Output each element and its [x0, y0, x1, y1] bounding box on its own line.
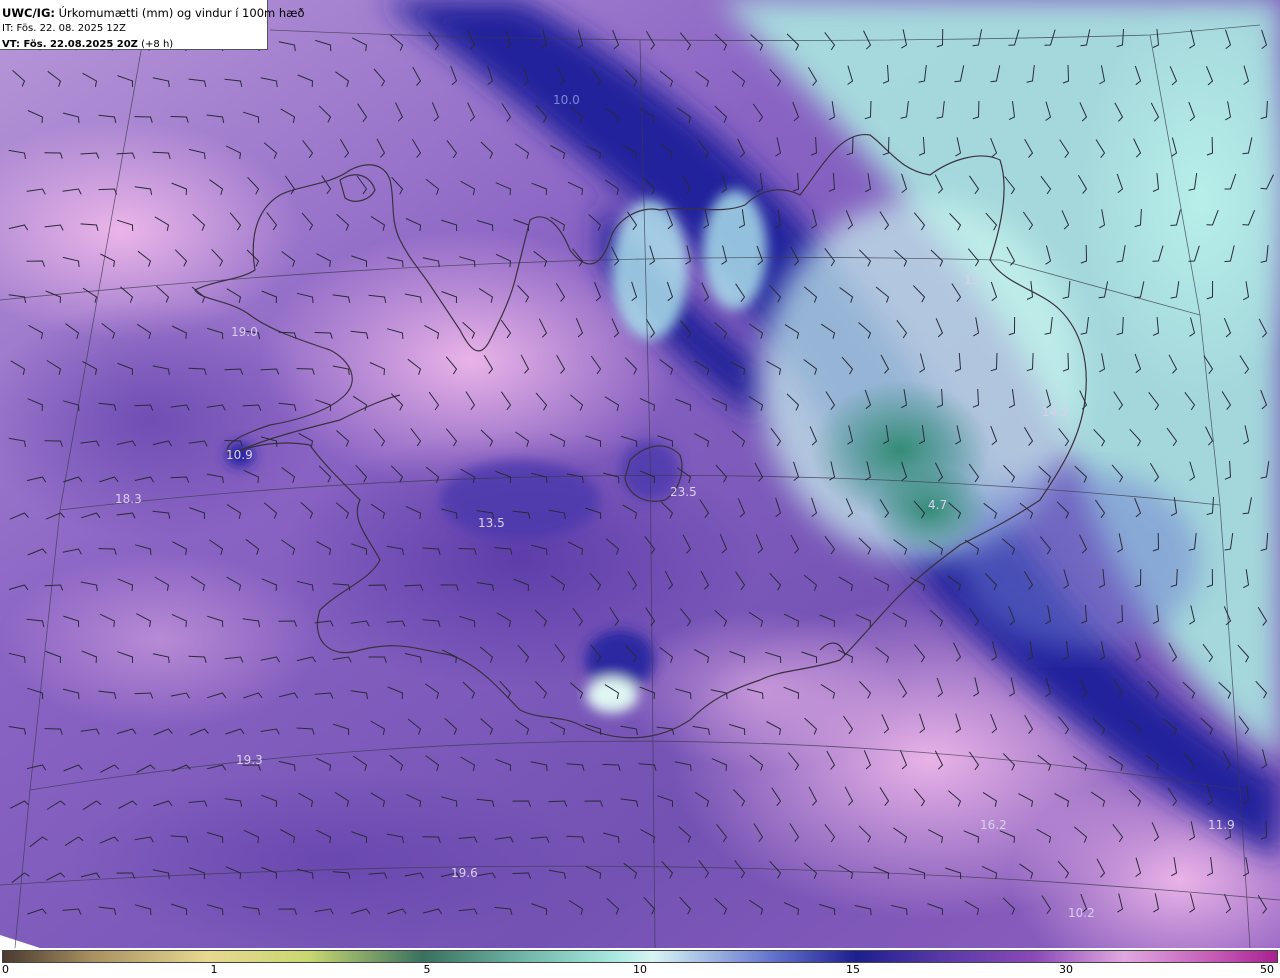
value-label: 19.0 [231, 325, 258, 339]
product-code: UWC/IG: [2, 6, 55, 20]
valid-label: VT: [2, 39, 21, 50]
value-label: 18.3 [115, 492, 142, 506]
value-label: 15. [964, 273, 983, 287]
value-label: 11.9 [1208, 818, 1235, 832]
value-label: 14.2 [1042, 405, 1069, 419]
value-label: 10.2 [1068, 906, 1095, 920]
init-time: IT: Fös. 22. 08. 2025 12Z [2, 23, 126, 34]
value-label: 19.6 [451, 866, 478, 880]
valid-time: Fös. 22.08.2025 20Z [20, 39, 138, 50]
colorbar-gradient [2, 950, 1278, 963]
value-label: 13.5 [478, 516, 505, 530]
value-label: 10.0 [553, 93, 580, 107]
precip-field [0, 0, 1280, 948]
colorbar-tick-label: 1 [210, 963, 218, 976]
product-description: Úrkomumætti (mm) og vindur í 100m hæð [54, 6, 305, 20]
colorbar-tick-label: 0 [2, 963, 9, 976]
colorbar-tick-label: 5 [423, 963, 431, 976]
lead-time: (+8 h) [137, 39, 174, 50]
valid-time-line: VT: Fös. 22.08.2025 20Z (+8 h) [2, 37, 267, 53]
value-label: 19.3 [236, 753, 263, 767]
colorbar: 0 1 5 10 15 30 50 [0, 948, 1280, 978]
value-label: 16.2 [980, 818, 1007, 832]
value-label: 10.9 [226, 448, 253, 462]
value-label: 23.5 [670, 485, 697, 499]
product-title: UWC/IG: Úrkomumætti (mm) og vindur í 100… [2, 5, 305, 21]
value-label: 4.7 [928, 498, 947, 512]
colorbar-tick-label: 15 [846, 963, 860, 976]
colorbar-tick-label: 50 [1260, 963, 1274, 976]
colorbar-tick-label: 30 [1059, 963, 1073, 976]
precipitation-map[interactable]: 10.0 19.0 10.9 18.3 13.5 23.5 15. 4.7 19… [0, 0, 1280, 948]
colorbar-tick-label: 10 [633, 963, 647, 976]
map-info-box: UWC/IG: Úrkomumætti (mm) og vindur í 100… [0, 0, 305, 53]
